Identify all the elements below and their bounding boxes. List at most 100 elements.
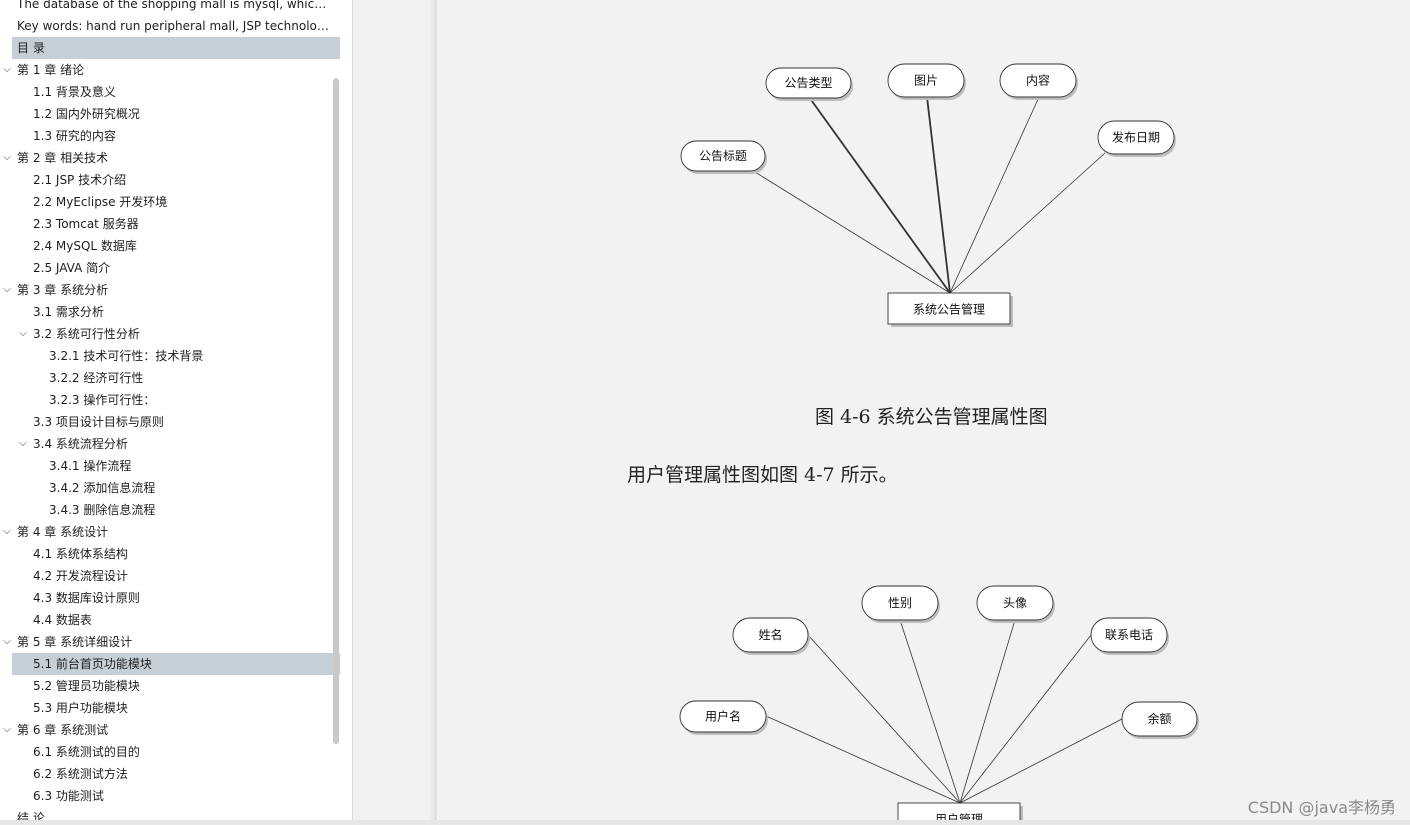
system-notice-attribute-diagram: 公告标题 公告类型 图片 内容发布日期系统公告管理	[680, 63, 1176, 327]
outline-scrollbar[interactable]	[333, 78, 339, 744]
outline-item[interactable]: ⌵ 3.4 系统流程分析	[0, 433, 340, 455]
outline-item[interactable]: ⌵ 第 3 章 系统分析	[0, 279, 340, 301]
outline-item[interactable]: 3.4.1 操作流程	[0, 455, 340, 477]
outline-item[interactable]: 3.1 需求分析	[0, 301, 340, 323]
body-paragraph: 用户管理属性图如图 4-7 所示。	[627, 464, 898, 486]
outline-item[interactable]: 3.4.2 添加信息流程	[0, 477, 340, 499]
attribute-label: 联系电话	[1105, 628, 1153, 642]
attribute-label: 用户名	[705, 709, 741, 724]
attribute-label: 公告类型	[784, 76, 832, 90]
outline-item[interactable]: ⌵ 第 5 章 系统详细设计	[0, 631, 340, 653]
attribute-label: 余额	[1147, 711, 1171, 726]
outline-item[interactable]: ⌵ 第 6 章 系统测试	[0, 719, 340, 741]
outline-item[interactable]: 6.2 系统测试方法	[0, 763, 340, 785]
chevron-down-icon[interactable]: ⌵	[17, 433, 29, 455]
attribute-label: 内容	[1026, 73, 1050, 88]
outline-item[interactable]: 2.1 JSP 技术介绍	[0, 169, 340, 191]
connector-line	[926, 96, 951, 294]
outline-panel: The database of the shopping mall is mys…	[0, 0, 353, 820]
outline-item-label: 3.2.2 经济可行性	[49, 371, 144, 385]
outline-item-label: 3.4 系统流程分析	[33, 437, 128, 451]
attribute-label: 公告标题	[699, 149, 747, 163]
outline-item-label: 6.2 系统测试方法	[33, 767, 128, 781]
outline-item[interactable]: ⌵ 第 2 章 相关技术	[0, 147, 340, 169]
outline-item[interactable]: 3.3 项目设计目标与原则	[0, 411, 340, 433]
outline-item-label: 5.1 前台首页功能模块	[33, 657, 152, 671]
outline-item[interactable]: 4.1 系统体系结构	[0, 543, 340, 565]
outline-item[interactable]: 4.3 数据库设计原则	[0, 587, 340, 609]
outline-item[interactable]: 5.3 用户功能模块	[0, 697, 340, 719]
outline-item[interactable]: 6.1 系统测试的目的	[0, 741, 340, 763]
chevron-down-icon[interactable]: ⌵	[17, 323, 29, 345]
outline-item[interactable]: 2.3 Tomcat 服务器	[0, 213, 340, 235]
connector-line	[899, 619, 961, 804]
outline-item-label: 1.1 背景及意义	[33, 85, 116, 99]
connector-line	[949, 152, 1106, 294]
chevron-down-icon[interactable]: ⌵	[1, 719, 13, 741]
connector-line	[808, 96, 951, 294]
outline-item[interactable]: ⌵ 第 4 章 系统设计	[0, 521, 340, 543]
outline-item-label: 1.3 研究的内容	[33, 129, 116, 143]
outline-item[interactable]: 4.2 开发流程设计	[0, 565, 340, 587]
outline-item[interactable]: ⌵ 3.2 系统可行性分析	[0, 323, 340, 345]
outline-item-label: 第 1 章 绪论	[17, 63, 85, 77]
outline-item-label: 第 2 章 相关技术	[17, 151, 109, 165]
outline-item-label: 第 4 章 系统设计	[17, 525, 109, 539]
chevron-down-icon[interactable]: ⌵	[1, 631, 13, 653]
connector-line	[949, 96, 1040, 294]
bottom-scrollbar	[0, 820, 1410, 825]
outline-item[interactable]: 2.2 MyEclipse 开发环境	[0, 191, 340, 213]
outline-item[interactable]: 3.2.1 技术可行性：技术背景	[0, 345, 340, 367]
outline-item[interactable]: The database of the shopping mall is mys…	[0, 0, 340, 15]
outline-item-label: 4.1 系统体系结构	[33, 547, 128, 561]
outline-item-label: 2.3 Tomcat 服务器	[33, 217, 139, 231]
outline-item-label: 3.2.1 技术可行性：技术背景	[49, 349, 204, 363]
outline-tree: The database of the shopping mall is mys…	[0, 0, 340, 820]
outline-item[interactable]: ⌵ 第 1 章 绪论	[0, 59, 340, 81]
connector-line	[959, 634, 1092, 804]
outline-item[interactable]: 6.3 功能测试	[0, 785, 340, 807]
chevron-down-icon[interactable]: ⌵	[1, 59, 13, 81]
watermark: CSDN @java李杨勇	[1247, 798, 1396, 817]
page-gutter	[353, 0, 437, 820]
outline-item-label: 5.3 用户功能模块	[33, 701, 128, 715]
figure-caption: 图 4-6 系统公告管理属性图	[815, 406, 1048, 428]
document-page: 公告标题 公告类型 图片 内容 发布日期 系统公告管理 用户名 姓名 性别 头像 联系电话 余额 用户…	[437, 0, 1410, 820]
outline-item[interactable]: 1.3 研究的内容	[0, 125, 340, 147]
outline-item-label: 第 6 章 系统测试	[17, 723, 109, 737]
attribute-label: 发布日期	[1112, 130, 1160, 145]
document-viewer: The database of the shopping mall is mys…	[0, 0, 1410, 825]
outline-item[interactable]: 2.4 MySQL 数据库	[0, 235, 340, 257]
attribute-label: 姓名	[758, 627, 782, 642]
outline-item[interactable]: 1.1 背景及意义	[0, 81, 340, 103]
outline-item[interactable]: 4.4 数据表	[0, 609, 340, 631]
outline-item-label: 3.4.2 添加信息流程	[49, 481, 156, 495]
outline-item[interactable]: 3.2.2 经济可行性	[0, 367, 340, 389]
outline-item[interactable]: 3.4.3 删除信息流程	[0, 499, 340, 521]
outline-item-label: The database of the shopping mall is mys…	[17, 0, 332, 11]
connector-line	[959, 619, 1016, 804]
outline-item-label: 4.3 数据库设计原则	[33, 591, 140, 605]
connector-line	[765, 715, 961, 804]
outline-item-label: 3.3 项目设计目标与原则	[33, 415, 164, 429]
chevron-down-icon[interactable]: ⌵	[1, 147, 13, 169]
outline-item[interactable]: 5.2 管理员功能模块	[0, 675, 340, 697]
outline-item-label: 3.2 系统可行性分析	[33, 327, 140, 341]
outline-item[interactable]: 目 录	[12, 37, 340, 59]
outline-item-label: 2.1 JSP 技术介绍	[33, 173, 127, 187]
outline-item[interactable]: 2.5 JAVA 简介	[0, 257, 340, 279]
outline-item-label: 1.2 国内外研究概况	[33, 107, 140, 121]
outline-item-label: 2.5 JAVA 简介	[33, 261, 111, 275]
chevron-down-icon[interactable]: ⌵	[1, 521, 13, 543]
outline-item-label: 3.4.1 操作流程	[49, 459, 132, 473]
outline-item[interactable]: 5.1 前台首页功能模块	[12, 653, 340, 675]
connector-line	[959, 718, 1123, 804]
outline-item-label: 2.2 MyEclipse 开发环境	[33, 195, 168, 209]
outline-item[interactable]: 1.2 国内外研究概况	[0, 103, 340, 125]
outline-item-label: 5.2 管理员功能模块	[33, 679, 140, 693]
outline-item[interactable]: 3.2.3 操作可行性：	[0, 389, 340, 411]
entity-label: 系统公告管理	[913, 302, 985, 317]
outline-item[interactable]: 结 论	[0, 807, 340, 820]
chevron-down-icon[interactable]: ⌵	[1, 279, 13, 301]
outline-item[interactable]: Key words: hand run peripheral mall, JSP…	[0, 15, 340, 37]
